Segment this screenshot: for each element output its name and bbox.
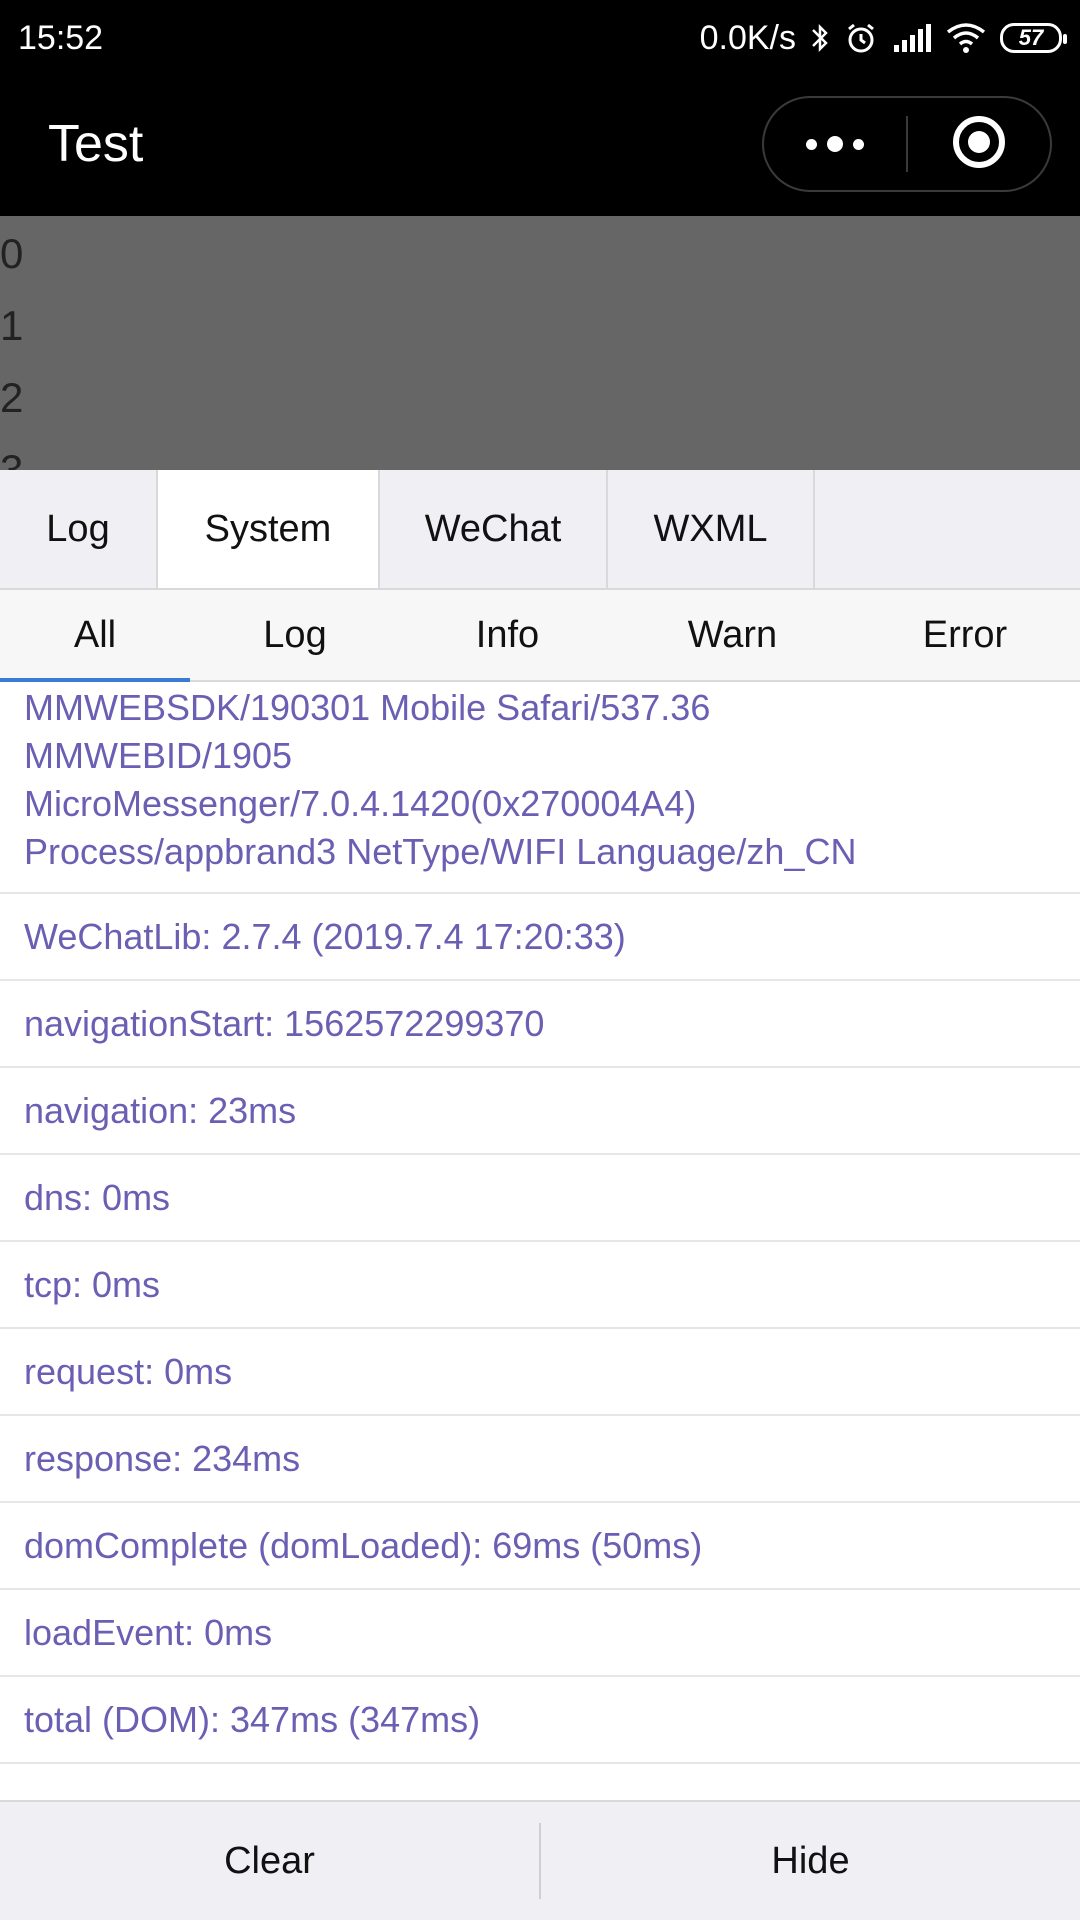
log-text: Process/appbrand3 NetType/WIFI Language/… — [24, 831, 857, 872]
filter-info[interactable]: Info — [400, 590, 615, 680]
status-time: 15:52 — [18, 18, 104, 57]
status-bar: 15:52 0.0K/s 57 — [0, 0, 1080, 76]
log-item: navigationStart: 1562572299370 — [0, 981, 1080, 1068]
log-list[interactable]: MMWEBSDK/190301 Mobile Safari/537.36 MMW… — [0, 682, 1080, 1800]
more-button[interactable] — [764, 98, 906, 190]
log-text: MMWEBID/1905 — [24, 735, 293, 776]
signal-icon — [892, 23, 932, 53]
filter-warn[interactable]: Warn — [615, 590, 850, 680]
tab-wechat[interactable]: WeChat — [380, 470, 608, 588]
filter-error[interactable]: Error — [850, 590, 1080, 680]
network-speed: 0.0K/s — [699, 18, 796, 57]
filter-all[interactable]: All — [0, 590, 190, 682]
log-item: domComplete (domLoaded): 69ms (50ms) — [0, 1503, 1080, 1590]
capsule-menu — [762, 96, 1052, 192]
console-tabbar: Log System WeChat WXML — [0, 470, 1080, 590]
nav-bar: Test — [0, 76, 1080, 216]
page-line: 2 — [0, 374, 24, 421]
log-item: request: 0ms — [0, 1329, 1080, 1416]
close-target-icon — [951, 114, 1007, 175]
log-item: tcp: 0ms — [0, 1242, 1080, 1329]
log-item: response: 234ms — [0, 1416, 1080, 1503]
log-item: total (DOM): 347ms (347ms) — [0, 1677, 1080, 1764]
more-dots-icon — [806, 136, 864, 152]
battery-icon: 57 — [1000, 23, 1067, 53]
page-content: 0 1 2 3 — [0, 216, 1080, 470]
page-title: Test — [48, 115, 144, 173]
log-item: dns: 0ms — [0, 1155, 1080, 1242]
tab-system[interactable]: System — [158, 470, 380, 588]
filter-bar: All Log Info Warn Error — [0, 590, 1080, 682]
hide-button[interactable]: Hide — [541, 1802, 1080, 1920]
tab-wxml[interactable]: WXML — [608, 470, 815, 588]
filter-log[interactable]: Log — [190, 590, 400, 680]
log-item: MMWEBSDK/190301 Mobile Safari/537.36 MMW… — [0, 682, 1080, 894]
bottom-toolbar: Clear Hide — [0, 1800, 1080, 1920]
alarm-icon — [844, 21, 878, 55]
tab-log[interactable]: Log — [0, 470, 158, 588]
page-line: 3 — [0, 446, 24, 470]
wifi-icon — [946, 22, 986, 54]
log-text: MMWEBSDK/190301 Mobile Safari/537.36 — [24, 687, 711, 728]
clear-button[interactable]: Clear — [0, 1802, 539, 1920]
status-icons: 0.0K/s 57 — [699, 18, 1067, 58]
log-item: loadEvent: 0ms — [0, 1590, 1080, 1677]
log-text: MicroMessenger/7.0.4.1420(0x270004A4) — [24, 783, 697, 824]
page-line: 0 — [0, 230, 24, 277]
log-item: navigation: 23ms — [0, 1068, 1080, 1155]
close-button[interactable] — [908, 98, 1050, 190]
bluetooth-icon — [810, 21, 830, 55]
page-line: 1 — [0, 302, 24, 349]
log-item: WeChatLib: 2.7.4 (2019.7.4 17:20:33) — [0, 894, 1080, 981]
